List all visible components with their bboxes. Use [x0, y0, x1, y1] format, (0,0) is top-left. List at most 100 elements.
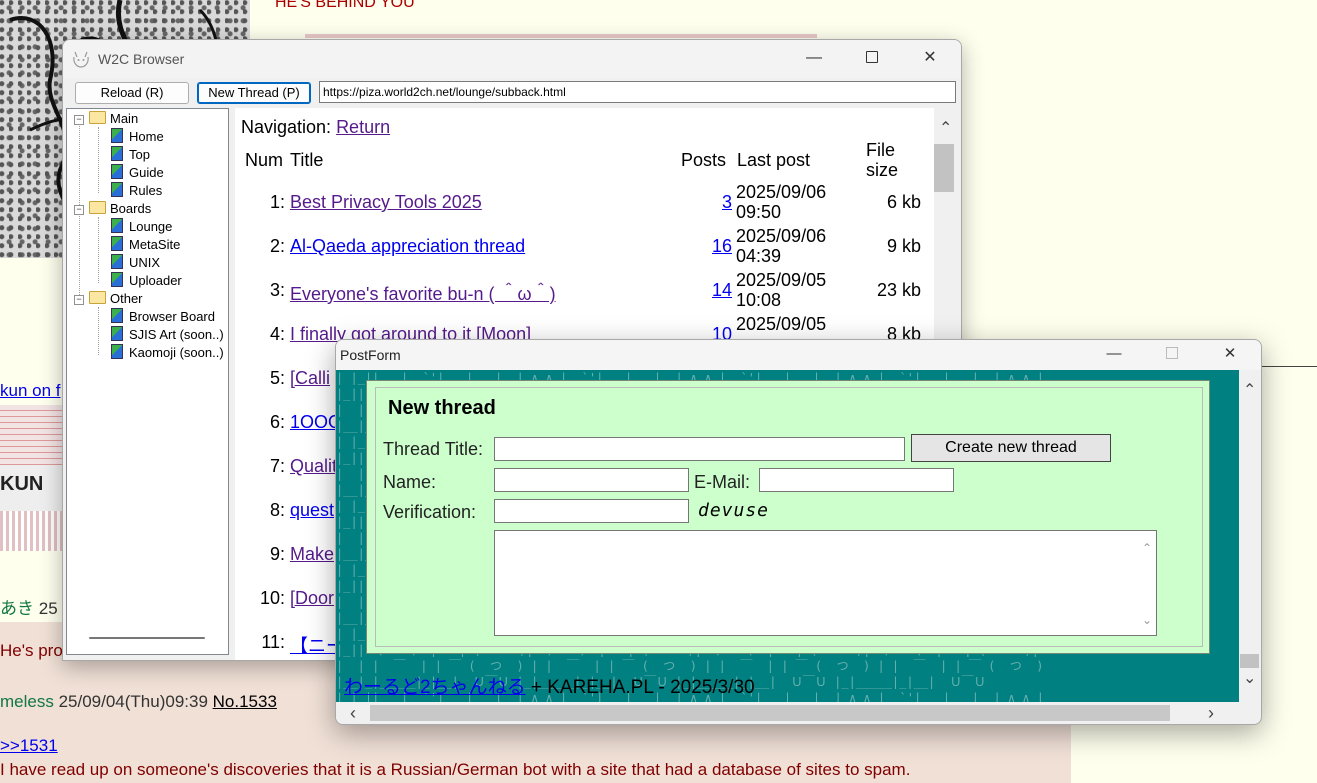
- email-input[interactable]: [759, 468, 954, 492]
- scroll-left-icon[interactable]: ‹: [350, 703, 356, 724]
- page-icon: [111, 128, 123, 143]
- page-icon: [111, 236, 123, 251]
- return-link[interactable]: Return: [336, 117, 390, 137]
- close-button[interactable]: ✕: [901, 40, 959, 78]
- scroll-down-icon[interactable]: ⌄: [1243, 668, 1256, 688]
- tree-item-metasite[interactable]: MetaSite: [111, 236, 180, 254]
- thread-title-link[interactable]: Qualit: [290, 456, 337, 477]
- tree-folder-main[interactable]: Main: [89, 110, 138, 128]
- thread-title-link[interactable]: quest: [290, 500, 334, 521]
- thread-title-link[interactable]: [Calli: [290, 368, 330, 389]
- page-icon: [111, 326, 123, 341]
- w2c-titlebar[interactable]: W2C Browser — ✕: [63, 40, 961, 78]
- create-thread-button[interactable]: Create new thread: [911, 434, 1111, 462]
- col-num: Num: [245, 150, 284, 170]
- hscroll-thumb[interactable]: [370, 705, 1170, 721]
- col-title: Title: [290, 150, 324, 170]
- last-post-time: 10:08: [736, 290, 782, 310]
- scroll-thumb[interactable]: [1240, 654, 1259, 668]
- thread-number: 9:: [269, 544, 285, 564]
- world2ch-link[interactable]: わーるど2ちゃんねる: [344, 677, 526, 698]
- background-quote-link[interactable]: >>1531: [0, 736, 58, 756]
- thread-title-link[interactable]: Everyone's favorite bu-n ( ＾ω＾): [290, 280, 556, 306]
- footer-version: + KAREHA.PL - 2025/3/30: [525, 677, 755, 698]
- tree-item-top[interactable]: Top: [111, 146, 150, 164]
- maximize-button[interactable]: [843, 40, 901, 78]
- background-divider: [305, 34, 817, 38]
- tree-item-unix[interactable]: UNIX: [111, 254, 160, 272]
- tree-line: [98, 127, 99, 193]
- postform-body: | |_|| | `'| |___| | ∧_∧ | `'| |___| | ∧…: [336, 370, 1239, 702]
- collapse-boards-icon[interactable]: −: [74, 205, 84, 215]
- thread-title-link[interactable]: Make: [290, 544, 334, 565]
- navigation-label: Navigation:: [241, 117, 337, 137]
- tree-item-lounge[interactable]: Lounge: [111, 218, 172, 236]
- background-post-header: あき 25: [0, 594, 58, 619]
- postform-hscrollbar[interactable]: ‹ ›: [336, 702, 1239, 724]
- postform-titlebar[interactable]: PostForm — ✕: [336, 340, 1261, 370]
- thread-title-link[interactable]: [Door: [290, 588, 334, 609]
- last-post-date: 2025/09/05: [736, 314, 827, 334]
- reload-button[interactable]: Reload (R): [75, 82, 189, 104]
- thread-title-link[interactable]: Al-Qaeda appreciation thread: [290, 236, 525, 257]
- tree-item-sjis-art[interactable]: SJIS Art (soon..): [111, 326, 224, 344]
- tree-item-browser-board[interactable]: Browser Board: [111, 308, 215, 326]
- tree-label: Kaomoji (soon..): [129, 345, 224, 360]
- thumbnail-top: [0, 405, 62, 465]
- textarea-scroll-down-icon[interactable]: ⌄: [1142, 613, 1152, 627]
- last-post-time: 04:39: [736, 246, 782, 266]
- thread-number: 2:: [269, 236, 285, 256]
- minimize-button[interactable]: —: [785, 40, 843, 78]
- tree-folder-other[interactable]: Other: [89, 290, 143, 308]
- last-post-date: 2025/09/06: [736, 182, 827, 202]
- new-thread-button[interactable]: New Thread (P): [197, 82, 311, 104]
- last-post-date: 2025/09/05: [736, 270, 827, 290]
- name-input[interactable]: [494, 468, 689, 492]
- col-file-size-2: size: [866, 160, 899, 180]
- tree-item-home[interactable]: Home: [111, 128, 164, 146]
- tree-label: Uploader: [129, 273, 182, 288]
- url-input[interactable]: https://piza.world2ch.net/lounge/subback…: [319, 81, 956, 103]
- tree-scrollbar[interactable]: [89, 637, 205, 639]
- maximize-icon: [1166, 347, 1178, 359]
- page-icon: [111, 182, 123, 197]
- background-post-link[interactable]: kun on f: [0, 381, 61, 401]
- postform-vscrollbar[interactable]: ⌃ ⌄: [1239, 370, 1261, 702]
- pf-minimize-button[interactable]: —: [1085, 340, 1143, 370]
- page-icon: [111, 164, 123, 179]
- pf-close-button[interactable]: ✕: [1201, 340, 1259, 370]
- verification-input[interactable]: [494, 499, 689, 523]
- thread-posts-link[interactable]: 14: [672, 280, 732, 301]
- thread-number: 1:: [269, 192, 285, 212]
- tree-item-uploader[interactable]: Uploader: [111, 272, 182, 290]
- tree-label: Main: [110, 111, 139, 126]
- col-last-post: Last post: [737, 150, 811, 170]
- thread-title-input[interactable]: [494, 437, 905, 461]
- message-textarea[interactable]: ⌃ ⌄: [494, 530, 1157, 636]
- scroll-up-icon[interactable]: ⌃: [939, 118, 952, 138]
- thread-number: 5:: [269, 368, 285, 388]
- postform-window: PostForm — ✕ | |_|| | `'| |___| | ∧_∧ | …: [335, 339, 1262, 725]
- thread-posts-link[interactable]: 16: [672, 236, 732, 257]
- tree-item-rules[interactable]: Rules: [111, 182, 162, 200]
- navigation-tree[interactable]: − Main Home Top Guide Rules − Boards Lou…: [66, 108, 229, 655]
- collapse-main-icon[interactable]: −: [74, 115, 84, 125]
- folder-icon: [89, 291, 106, 304]
- postform-footer: わーるど2ちゃんねる + KAREHA.PL - 2025/3/30: [344, 672, 755, 699]
- tree-folder-boards[interactable]: Boards: [89, 200, 151, 218]
- thread-posts-link[interactable]: 3: [672, 192, 732, 213]
- background-thumbnail[interactable]: KUN: [0, 405, 62, 551]
- scroll-up-icon[interactable]: ⌃: [1243, 380, 1256, 400]
- page-icon: [111, 218, 123, 233]
- tree-label: Rules: [129, 183, 163, 198]
- textarea-scroll-up-icon[interactable]: ⌃: [1142, 541, 1152, 555]
- tree-label: Browser Board: [129, 309, 215, 324]
- tree-item-kaomoji[interactable]: Kaomoji (soon..): [111, 344, 224, 362]
- tree-item-guide[interactable]: Guide: [111, 164, 164, 182]
- scroll-right-icon[interactable]: ›: [1208, 703, 1214, 724]
- thread-title-link[interactable]: Best Privacy Tools 2025: [290, 192, 482, 213]
- post-number-link[interactable]: No.1533: [213, 692, 277, 711]
- collapse-other-icon[interactable]: −: [74, 295, 84, 305]
- thread-number: 8:: [269, 500, 285, 520]
- scroll-thumb[interactable]: [934, 144, 954, 192]
